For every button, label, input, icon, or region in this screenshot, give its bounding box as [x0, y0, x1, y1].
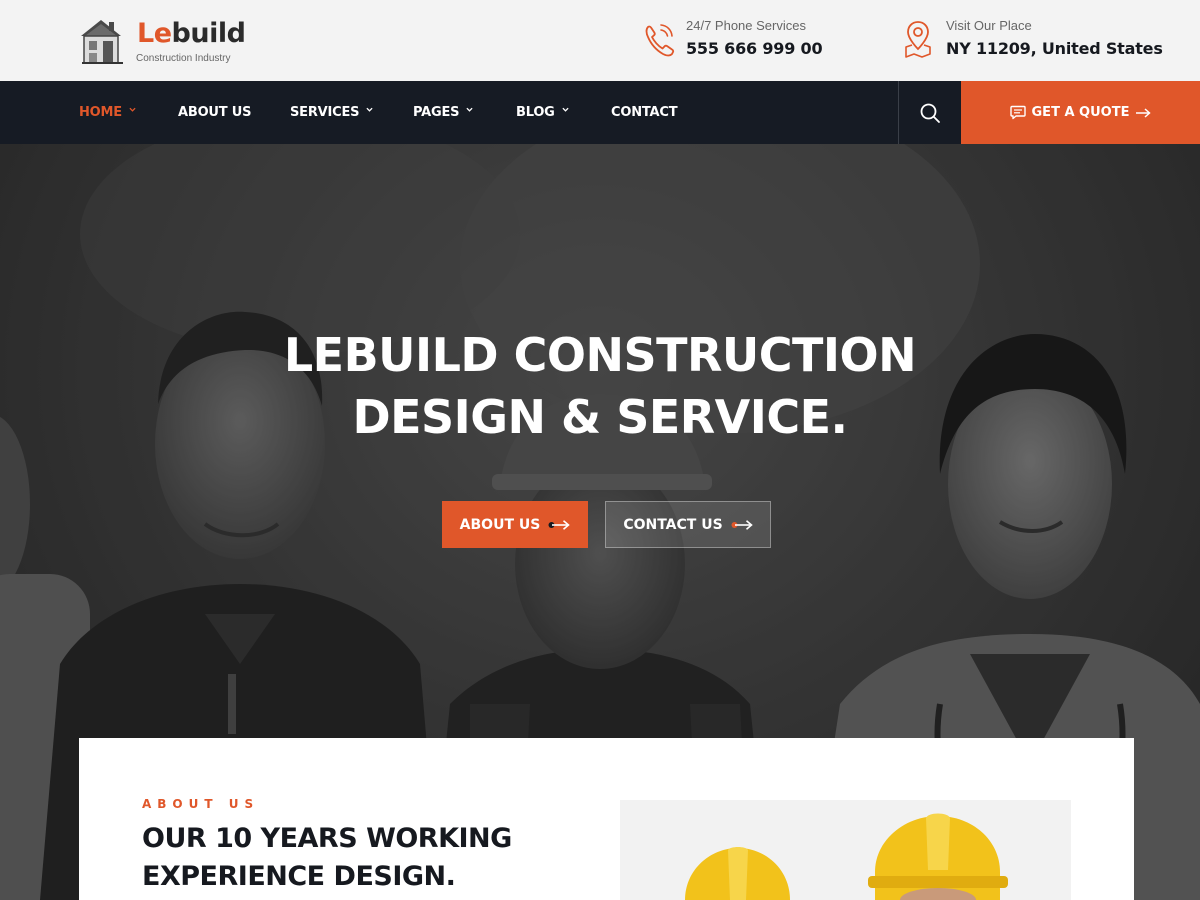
- brand-name: Lebuild: [137, 18, 246, 50]
- arrow-right-icon: [548, 519, 571, 530]
- nav-item-home[interactable]: HOME: [79, 81, 136, 144]
- nav-item-pages[interactable]: PAGES: [413, 81, 473, 144]
- about-eyebrow: ABOUT US: [142, 797, 260, 811]
- nav-item-label: SERVICES: [290, 105, 360, 120]
- place-label: Visit Our Place: [946, 18, 1032, 33]
- main-navigation: HOME ABOUT US SERVICES PAGES BLOG CONTAC…: [0, 81, 1200, 144]
- nav-item-label: ABOUT US: [178, 105, 252, 120]
- arrow-right-icon: [1136, 107, 1152, 118]
- chevron-down-icon: [366, 107, 373, 112]
- search-icon: [920, 103, 940, 123]
- about-heading-line-2: EXPERIENCE DESIGN.: [142, 861, 456, 892]
- map-pin-icon: [905, 21, 931, 58]
- search-button[interactable]: [899, 81, 961, 144]
- chat-icon: [1009, 105, 1026, 120]
- about-us-button[interactable]: ABOUT US: [442, 501, 588, 548]
- arrow-right-icon: [731, 519, 753, 530]
- nav-item-contact[interactable]: CONTACT: [611, 81, 678, 144]
- place-contact: Visit Our Place NY 11209, United States: [902, 17, 1163, 65]
- logo[interactable]: Lebuild Construction Industry: [79, 16, 246, 66]
- get-a-quote-label: GET A QUOTE: [1031, 105, 1130, 120]
- chevron-down-icon: [562, 107, 569, 112]
- chevron-down-icon: [466, 107, 473, 112]
- phone-number[interactable]: 555 666 999 00: [686, 39, 823, 58]
- hero-title-line-1: LEBUILD CONSTRUCTION: [283, 328, 917, 382]
- phone-label: 24/7 Phone Services: [686, 18, 806, 33]
- about-section: ABOUT US OUR 10 YEARS WORKING EXPERIENCE…: [79, 738, 1134, 900]
- nav-item-label: HOME: [79, 105, 122, 120]
- nav-item-about-us[interactable]: ABOUT US: [178, 81, 251, 144]
- top-header: Lebuild Construction Industry 24/7 Phone…: [0, 0, 1200, 81]
- about-heading: OUR 10 YEARS WORKING EXPERIENCE DESIGN.: [142, 820, 512, 896]
- brand-tagline: Construction Industry: [136, 53, 231, 64]
- nav-item-label: BLOG: [516, 105, 555, 120]
- brand-name-accent: Le: [137, 18, 172, 49]
- hero-title-line-2: DESIGN & SERVICE.: [352, 390, 848, 444]
- nav-item-label: PAGES: [413, 105, 460, 120]
- nav-item-label: CONTACT: [611, 105, 678, 120]
- nav-item-blog[interactable]: BLOG: [516, 81, 569, 144]
- hard-hat-image: [685, 813, 1008, 900]
- about-heading-line-1: OUR 10 YEARS WORKING: [142, 823, 512, 854]
- brand-name-rest: build: [171, 18, 246, 49]
- house-logo-icon: [81, 20, 123, 64]
- phone-contact: 24/7 Phone Services 555 666 999 00: [642, 17, 832, 65]
- place-address: NY 11209, United States: [946, 39, 1163, 58]
- phone-icon: [645, 24, 675, 57]
- chevron-down-icon: [129, 107, 136, 112]
- contact-us-button[interactable]: CONTACT US: [605, 501, 771, 548]
- contact-us-button-label: CONTACT US: [623, 516, 723, 533]
- workers-helmet-image: [620, 800, 1071, 900]
- get-a-quote-button[interactable]: GET A QUOTE: [961, 81, 1200, 144]
- nav-item-services[interactable]: SERVICES: [290, 81, 373, 144]
- about-us-button-label: ABOUT US: [459, 516, 541, 533]
- hero-title: LEBUILD CONSTRUCTION DESIGN & SERVICE.: [0, 324, 1200, 448]
